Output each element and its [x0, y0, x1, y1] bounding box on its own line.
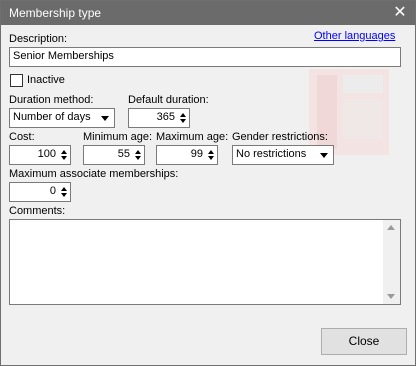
close-button[interactable]: Close: [321, 328, 407, 355]
comments-scrollbar[interactable]: [383, 220, 400, 304]
spin-down-icon[interactable]: [61, 156, 67, 160]
chevron-down-icon: [101, 116, 109, 121]
duration-method-label: Duration method:: [9, 94, 94, 106]
spin-up-icon[interactable]: [61, 150, 67, 154]
title-bar: Membership type ✕: [1, 1, 415, 25]
gender-restrictions-value: No restrictions: [236, 148, 307, 160]
default-duration-value: 365: [156, 111, 175, 123]
spin-up-icon[interactable]: [61, 187, 67, 191]
description-field[interactable]: Senior Memberships: [9, 47, 401, 67]
spin-down-icon[interactable]: [180, 119, 186, 123]
maximum-age-spinner[interactable]: 99: [156, 145, 218, 165]
other-languages-link[interactable]: Other languages: [314, 30, 395, 42]
description-label: Description:: [9, 33, 68, 45]
spin-up-icon[interactable]: [208, 150, 214, 154]
default-duration-spinner[interactable]: 365: [128, 108, 190, 128]
scroll-down-icon[interactable]: [387, 294, 395, 299]
inactive-label: Inactive: [27, 74, 65, 86]
cost-label: Cost:: [9, 131, 35, 143]
minimum-age-label: Minimum age:: [83, 131, 153, 143]
duration-method-value: Number of days: [13, 111, 91, 123]
close-icon[interactable]: ✕: [385, 1, 415, 25]
maximum-age-value: 99: [190, 148, 203, 160]
spin-up-icon[interactable]: [180, 113, 186, 117]
comments-field[interactable]: [9, 219, 401, 305]
spin-down-icon[interactable]: [61, 193, 67, 197]
minimum-age-value: 55: [117, 148, 130, 160]
scroll-up-icon[interactable]: [387, 225, 395, 230]
membership-type-dialog: Membership type ✕ Description: Other lan…: [0, 0, 416, 366]
chevron-down-icon: [320, 153, 328, 158]
spin-down-icon[interactable]: [135, 156, 141, 160]
max-associate-label: Maximum associate memberships:: [9, 168, 179, 180]
window-title: Membership type: [9, 6, 102, 20]
duration-method-select[interactable]: Number of days: [9, 108, 115, 128]
max-associate-value: 0: [49, 185, 56, 197]
cost-value: 100: [37, 148, 56, 160]
max-associate-spinner[interactable]: 0: [9, 182, 71, 202]
spin-up-icon[interactable]: [135, 150, 141, 154]
minimum-age-spinner[interactable]: 55: [83, 145, 145, 165]
gender-restrictions-select[interactable]: No restrictions: [232, 145, 334, 165]
watermark-graphic: [309, 69, 389, 155]
cost-spinner[interactable]: 100: [9, 145, 71, 165]
inactive-checkbox[interactable]: [10, 74, 23, 87]
spin-down-icon[interactable]: [208, 156, 214, 160]
gender-restrictions-label: Gender restrictions:: [232, 131, 328, 143]
comments-label: Comments:: [9, 205, 66, 217]
maximum-age-label: Maximum age:: [156, 131, 229, 143]
default-duration-label: Default duration:: [128, 94, 209, 106]
